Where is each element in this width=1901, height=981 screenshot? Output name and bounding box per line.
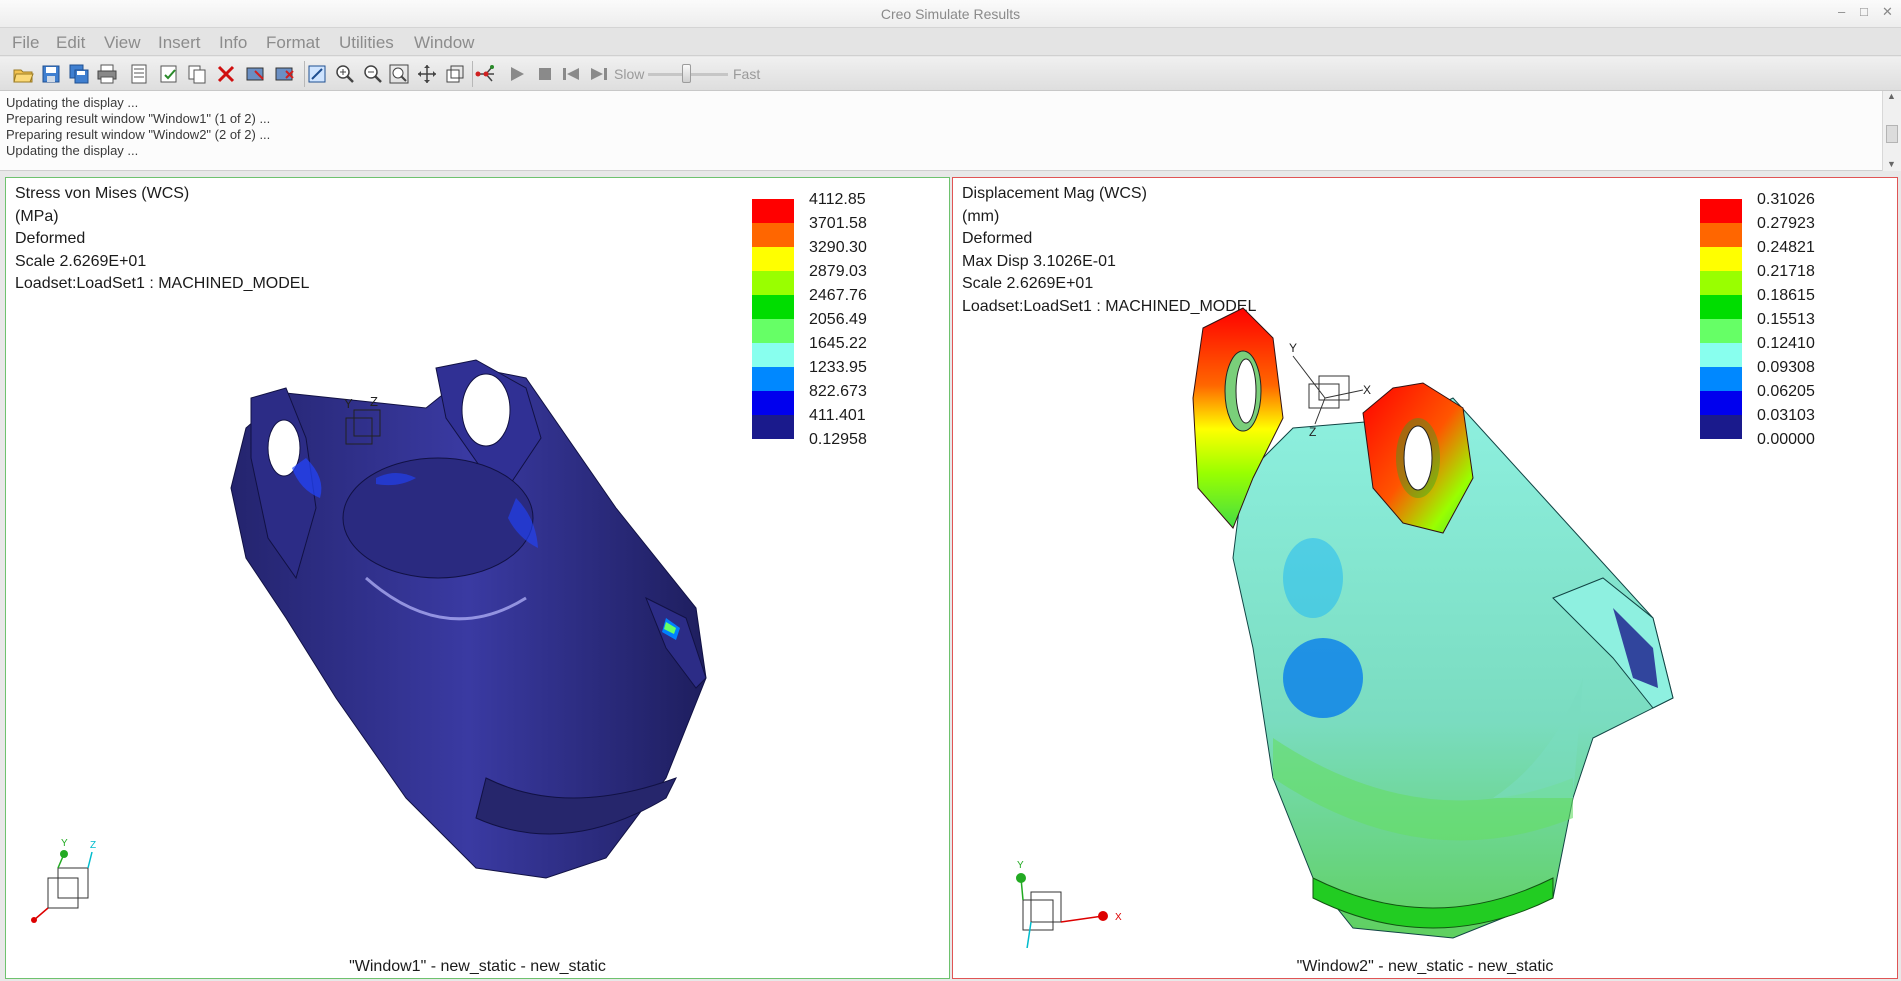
axis-y-label: Y xyxy=(344,396,353,411)
menu-view[interactable]: View xyxy=(104,33,141,53)
triad-z-label: Z xyxy=(90,840,96,851)
axis-z-label: Z xyxy=(370,394,378,409)
view-orientation-triad: Y X xyxy=(1016,860,1122,948)
menu-bar: File Edit View Insert Info Format Utilit… xyxy=(0,28,1901,56)
animation-speed-slider[interactable] xyxy=(682,64,691,83)
yoke-part-displacement xyxy=(1192,307,1674,939)
zoom-out-icon[interactable] xyxy=(362,63,384,85)
menu-file[interactable]: File xyxy=(12,33,39,53)
refit-icon[interactable] xyxy=(306,63,328,85)
message-area: Updating the display ... Preparing resul… xyxy=(0,91,1901,171)
menu-insert[interactable]: Insert xyxy=(158,33,201,53)
triad-y-label: Y xyxy=(1017,860,1024,871)
scroll-up-icon[interactable]: ▲ xyxy=(1887,91,1896,101)
zoom-window-icon[interactable] xyxy=(388,63,410,85)
save-icon[interactable] xyxy=(40,63,62,85)
maximize-icon[interactable]: □ xyxy=(1860,4,1868,19)
title-bar: Creo Simulate Results – □ ✕ xyxy=(0,0,1901,28)
result-window-2[interactable]: Displacement Mag (WCS) (mm) Deformed Max… xyxy=(952,177,1898,979)
message-line: Updating the display ... xyxy=(6,143,139,158)
delete-icon[interactable] xyxy=(215,63,237,85)
close-icon[interactable]: ✕ xyxy=(1882,4,1893,20)
scroll-thumb[interactable] xyxy=(1886,125,1898,143)
minimize-icon[interactable]: – xyxy=(1838,4,1845,19)
axis-y-label: Y xyxy=(1289,341,1297,355)
view-orientation-triad: Y Z xyxy=(31,838,96,923)
menu-format[interactable]: Format xyxy=(266,33,320,53)
message-line: Preparing result window "Window1" (1 of … xyxy=(6,111,271,126)
menu-info[interactable]: Info xyxy=(219,33,247,53)
print-icon[interactable] xyxy=(96,63,118,85)
message-scrollbar[interactable]: ▲ ▼ xyxy=(1882,91,1901,171)
result-window-1[interactable]: Stress von Mises (WCS) (MPa) Deformed Sc… xyxy=(5,177,950,979)
open-icon[interactable] xyxy=(12,63,34,85)
window-footer: "Window1" - new_static - new_static xyxy=(349,958,606,975)
message-line: Updating the display ... xyxy=(6,95,139,110)
toolbar: Slow Fast xyxy=(0,57,1901,91)
reorient-icon[interactable] xyxy=(444,63,466,85)
triad-y-label: Y xyxy=(61,838,68,849)
yoke-part xyxy=(230,359,707,879)
menu-window[interactable]: Window xyxy=(414,33,474,53)
edit-definition-icon[interactable] xyxy=(158,63,180,85)
play-icon[interactable] xyxy=(506,63,528,85)
scroll-down-icon[interactable]: ▼ xyxy=(1887,159,1896,169)
pan-icon[interactable] xyxy=(416,63,438,85)
result-panes: Stress von Mises (WCS) (MPa) Deformed Sc… xyxy=(0,172,1901,981)
window-title: Creo Simulate Results xyxy=(880,6,1021,22)
report-icon[interactable] xyxy=(128,63,150,85)
message-line: Preparing result window "Window2" (2 of … xyxy=(6,127,271,142)
fast-label: Fast xyxy=(733,66,761,82)
save-all-icon[interactable] xyxy=(68,63,90,85)
menu-edit[interactable]: Edit xyxy=(56,33,85,53)
stop-icon[interactable] xyxy=(534,63,556,85)
slow-label: Slow xyxy=(614,66,645,82)
node-query-icon[interactable] xyxy=(475,63,497,85)
first-frame-icon[interactable] xyxy=(560,63,582,85)
axis-z-label: Z xyxy=(1309,425,1316,439)
window-footer: "Window2" - new_static - new_static xyxy=(1296,958,1554,975)
triad-x-label: X xyxy=(1115,912,1122,923)
zoom-in-icon[interactable] xyxy=(334,63,356,85)
show-icon[interactable] xyxy=(245,63,267,85)
next-frame-icon[interactable] xyxy=(588,63,610,85)
menu-utilities[interactable]: Utilities xyxy=(339,33,394,53)
displacement-model-view[interactable]: Y X Z Y X xyxy=(953,178,1898,948)
stress-model-view[interactable]: Y Z Y Z xyxy=(6,178,950,948)
copy-icon[interactable] xyxy=(186,63,208,85)
dynamic-query-icon[interactable] xyxy=(274,63,296,85)
axis-x-label: X xyxy=(1363,383,1371,397)
